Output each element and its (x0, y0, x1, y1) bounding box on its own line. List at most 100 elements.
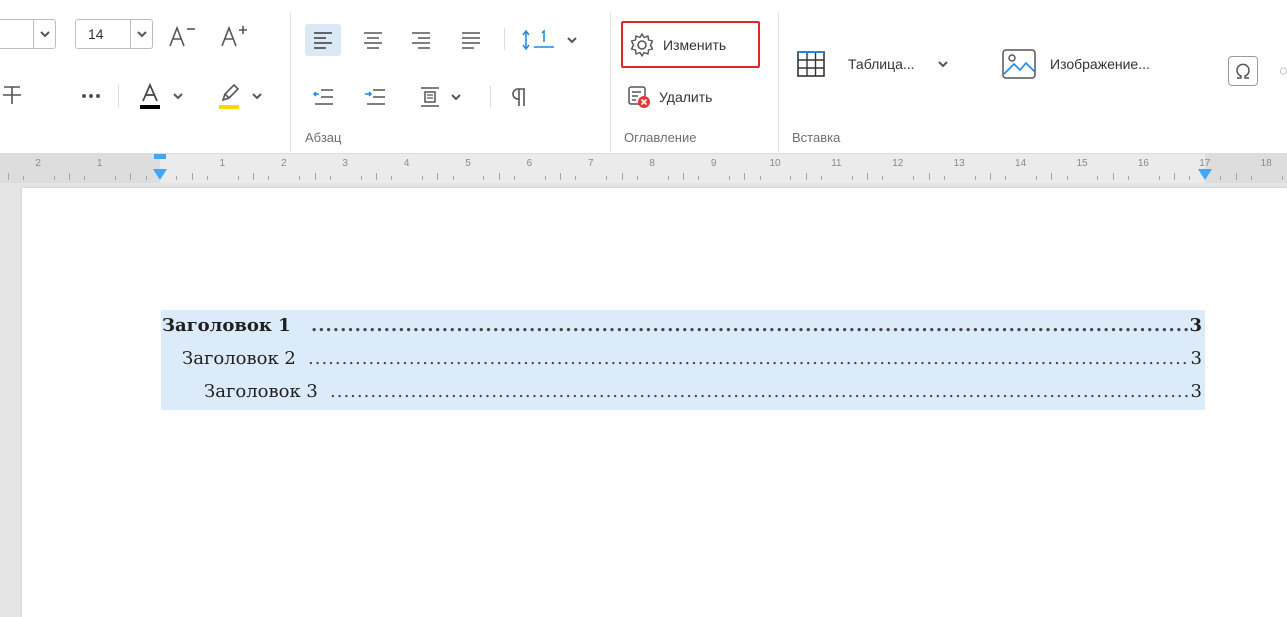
ruler-tick (682, 173, 684, 180)
ruler-number: 6 (526, 158, 533, 169)
chevron-down-icon (451, 94, 461, 101)
ruler-tick (851, 176, 853, 180)
ruler-tick (1051, 173, 1053, 180)
ruler-number: 1 (219, 158, 226, 169)
align-justify-icon (462, 32, 480, 49)
insert-group-label: Вставка (792, 130, 841, 145)
ruler-number: 10 (769, 158, 781, 169)
align-justify-button[interactable] (455, 24, 487, 56)
delete-toc-label: Удалить (659, 89, 713, 105)
ruler-tick (913, 176, 915, 180)
edit-toc-label: Изменить (663, 36, 727, 53)
toolbar-divider (490, 86, 491, 108)
ruler-tick (728, 176, 730, 180)
ruler-tick (1005, 176, 1007, 180)
ruler-tick (421, 176, 423, 180)
ruler-tick (22, 176, 24, 180)
ruler-tick (483, 176, 485, 180)
font-name-dropdown-button[interactable] (33, 20, 55, 48)
font-name-combo[interactable] (0, 19, 56, 49)
increase-indent-button[interactable] (357, 82, 393, 112)
pilcrow-icon (512, 88, 525, 106)
ruler-tick (1235, 173, 1237, 180)
chevron-down-icon (937, 61, 948, 68)
ruler-tick (1174, 173, 1176, 180)
ruler-tick (7, 173, 9, 180)
insert-table-button[interactable]: Таблица... (794, 44, 984, 84)
insert-table-label: Таблица... (848, 56, 915, 72)
font-size-combo[interactable]: 14 (75, 19, 153, 49)
ruler-tick (1066, 176, 1068, 180)
ruler-tick (1220, 176, 1222, 180)
right-indent-marker[interactable] (1197, 168, 1213, 182)
decrease-indent-icon (312, 89, 333, 105)
ruler-number: 2 (281, 158, 287, 169)
ruler-tick (391, 176, 393, 180)
toc-entry-level-3[interactable]: Заголовок 3 ............................… (161, 379, 1205, 405)
font-size-value: 14 (88, 26, 104, 42)
horizontal-ruler[interactable]: 2 1 1 2 3 4 5 6 7 8 9 10 11 12 13 14 15 16 17 18 (0, 153, 1287, 183)
toc-entry-title: Заголовок 1 (162, 315, 291, 336)
first-line-indent-marker[interactable] (152, 154, 168, 164)
more-font-options-button[interactable] (78, 84, 104, 108)
strikethrough-button[interactable] (0, 80, 24, 110)
font-size-dropdown-button[interactable] (130, 20, 152, 48)
insert-symbol-button[interactable] (1228, 56, 1258, 86)
toc-entry-level-1[interactable]: Заголовок 1 ............................… (161, 313, 1205, 339)
ruler-number: 3 (342, 158, 348, 169)
left-indent-marker[interactable] (152, 168, 168, 182)
gear-icon (630, 32, 654, 57)
ruler-number: 5 (465, 158, 471, 169)
decrease-font-size-button[interactable] (166, 23, 202, 49)
ruler-tick (544, 176, 546, 180)
ruler-number: 2 (35, 158, 41, 169)
font-color-button[interactable] (130, 80, 190, 112)
paragraph-spacing-icon (421, 87, 439, 107)
ruler-right-margin (1205, 154, 1287, 183)
ruler-number: 16 (1137, 158, 1149, 169)
ruler-tick (560, 173, 562, 180)
ruler-tick (790, 176, 792, 180)
align-center-button[interactable] (357, 24, 389, 56)
ruler-tick (1281, 176, 1283, 180)
font-color-icon (140, 82, 160, 109)
increase-font-icon (221, 25, 247, 47)
align-left-button[interactable] (305, 24, 341, 56)
ruler-tick (621, 173, 623, 180)
group-divider (290, 12, 291, 152)
ruler-tick (253, 173, 255, 180)
align-right-icon (412, 32, 430, 49)
ruler-number: 9 (710, 158, 717, 169)
toc-entry-page: 3 (1190, 381, 1202, 402)
ruler-tick (867, 173, 869, 180)
toc-entry-page: 3 (1190, 348, 1202, 369)
highlight-color-button[interactable] (208, 80, 270, 112)
ruler-tick (1189, 176, 1191, 180)
increase-font-size-button[interactable] (218, 23, 254, 49)
ruler-tick (498, 173, 500, 180)
paragraph-spacing-button[interactable] (408, 82, 472, 112)
ruler-tick (329, 176, 331, 180)
delete-toc-button[interactable]: Удалить (627, 83, 757, 111)
more-insert-options-partial[interactable] (1280, 58, 1287, 84)
ruler-tick (207, 176, 209, 180)
ruler-number: 15 (1076, 158, 1088, 169)
table-of-contents[interactable]: Заголовок 1 ............................… (161, 310, 1205, 410)
ruler-tick (1035, 176, 1037, 180)
ruler-tick (176, 176, 178, 180)
ruler-number: 13 (953, 158, 965, 169)
line-spacing-button[interactable] (512, 24, 588, 56)
decrease-indent-button[interactable] (305, 82, 341, 112)
toc-entry-level-2[interactable]: Заголовок 2 ............................… (161, 346, 1205, 372)
insert-image-button[interactable]: Изображение... (1000, 44, 1208, 84)
paragraph-group-label: Абзац (305, 130, 342, 145)
ruler-tick (606, 176, 608, 180)
ruler-tick (1158, 176, 1160, 180)
toc-entry-page: 3 (1189, 315, 1202, 336)
toc-entry-title: Заголовок 2 (182, 348, 296, 369)
ruler-tick (191, 173, 193, 180)
show-formatting-marks-button[interactable] (504, 82, 534, 112)
edit-toc-button[interactable]: Изменить (621, 21, 760, 68)
ruler-number: 4 (403, 158, 410, 169)
align-right-button[interactable] (405, 24, 437, 56)
